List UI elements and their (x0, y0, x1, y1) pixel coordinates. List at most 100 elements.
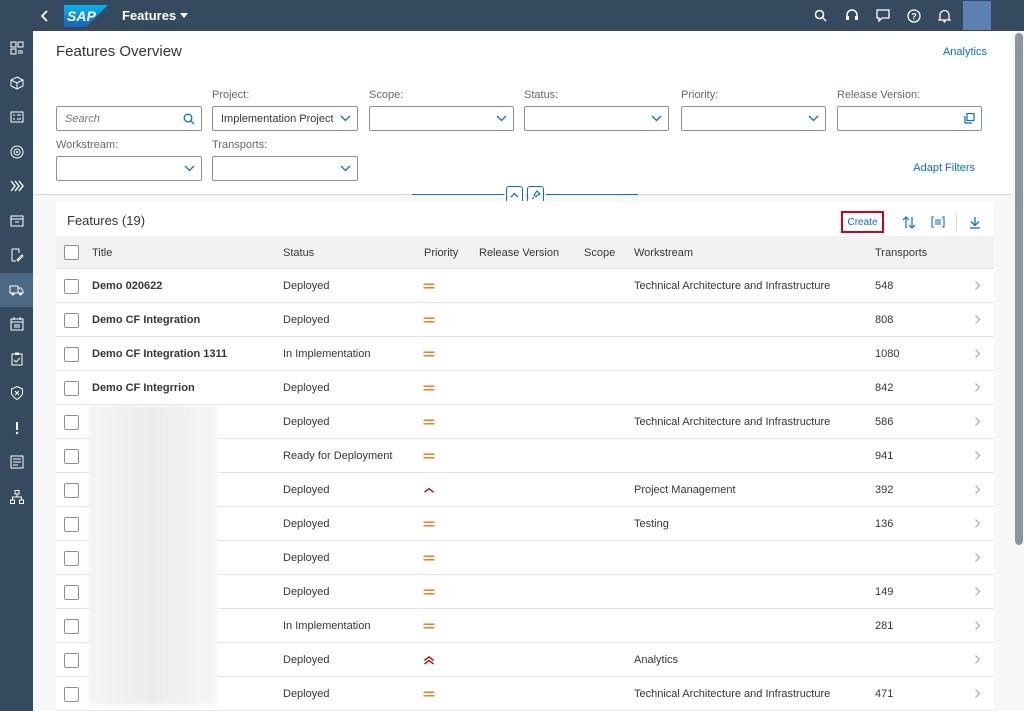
sidebar-item-document[interactable] (0, 204, 33, 239)
feature-transports: 842 (875, 382, 894, 394)
chevron-right-icon[interactable] (974, 314, 981, 325)
row-checkbox[interactable] (64, 653, 79, 668)
back-button[interactable] (28, 0, 62, 31)
table-row[interactable]: Demo 020622 Deployed Technical Architectur… (56, 269, 994, 303)
scope-select[interactable] (369, 106, 514, 131)
table-row[interactable]: Demo CF Integration 1311 In Implementatio… (56, 337, 994, 371)
chevron-right-icon[interactable] (974, 416, 981, 427)
row-checkbox[interactable] (64, 313, 79, 328)
status-select[interactable] (524, 106, 669, 131)
avatar[interactable] (963, 1, 991, 30)
sidebar-item-target[interactable] (0, 135, 33, 170)
chevron-right-icon[interactable] (974, 450, 981, 461)
feature-transports: 392 (875, 484, 894, 496)
column-header-status[interactable]: Status (283, 247, 314, 259)
sap-logo[interactable]: SAP (64, 4, 108, 27)
release-version-input[interactable] (837, 106, 982, 131)
divider-accent-left (412, 194, 504, 195)
create-button[interactable]: Create (841, 211, 884, 233)
feature-status: Deployed (283, 280, 330, 292)
column-header-scope[interactable]: Scope (584, 247, 615, 259)
sidebar-item-calendar[interactable] (0, 307, 33, 342)
sidebar-item-forward[interactable] (0, 169, 33, 204)
chevron-right-icon[interactable] (974, 552, 981, 563)
row-checkbox[interactable] (64, 415, 79, 430)
chevron-right-icon[interactable] (974, 484, 981, 495)
search-icon[interactable] (177, 107, 201, 130)
row-checkbox[interactable] (64, 585, 79, 600)
chevron-down-icon[interactable] (489, 107, 513, 130)
row-checkbox[interactable] (64, 279, 79, 294)
row-checkbox[interactable] (64, 687, 79, 702)
priority-medium-icon (423, 283, 435, 289)
column-header-release-version[interactable]: Release Version (479, 247, 559, 259)
feature-title[interactable]: Demo 020622 (92, 280, 162, 292)
priority-select[interactable] (681, 106, 826, 131)
row-checkbox[interactable] (64, 347, 79, 362)
sidebar-item-overview[interactable] (0, 31, 33, 66)
support-button[interactable] (836, 0, 867, 31)
project-select[interactable]: Implementation Project (212, 106, 358, 131)
analytics-link[interactable]: Analytics (943, 46, 987, 58)
edit-icon (11, 248, 24, 262)
feature-title[interactable]: Demo CF Integrrion (92, 382, 195, 394)
sort-button[interactable] (896, 211, 922, 233)
app-title-menu[interactable]: Features (122, 8, 189, 23)
chevron-right-icon[interactable] (974, 620, 981, 631)
help-button[interactable]: ? (898, 0, 929, 31)
export-button[interactable] (962, 211, 988, 233)
feedback-button[interactable] (867, 0, 898, 31)
table-row[interactable]: Demo CF Integrrion Deployed 842 (56, 371, 994, 405)
chevron-down-icon[interactable] (333, 107, 357, 130)
feature-transports: 808 (875, 314, 894, 326)
row-checkbox[interactable] (64, 551, 79, 566)
chevron-right-icon[interactable] (974, 688, 981, 699)
sidebar-item-truck[interactable] (0, 272, 33, 307)
notifications-button[interactable] (929, 0, 960, 31)
row-checkbox[interactable] (64, 517, 79, 532)
value-help-icon[interactable] (957, 107, 981, 130)
chevron-down-icon[interactable] (801, 107, 825, 130)
chevron-down-icon[interactable] (644, 107, 668, 130)
column-header-title[interactable]: Title (92, 247, 112, 259)
search-field[interactable]: Search (56, 106, 202, 131)
column-header-transports[interactable]: Transports (875, 247, 927, 259)
row-checkbox[interactable] (64, 619, 79, 634)
feature-status: Deployed (283, 382, 330, 394)
chevron-right-icon[interactable] (974, 586, 981, 597)
column-header-workstream[interactable]: Workstream (634, 247, 693, 259)
sidebar-item-clipboard[interactable] (0, 342, 33, 377)
workstream-select[interactable] (56, 156, 202, 181)
feedback-icon (875, 9, 890, 22)
row-checkbox[interactable] (64, 449, 79, 464)
select-all-checkbox[interactable] (64, 245, 79, 260)
search-input[interactable]: Search (57, 113, 177, 125)
adapt-filters-link[interactable]: Adapt Filters (913, 162, 975, 174)
row-checkbox[interactable] (64, 381, 79, 396)
scrollbar-thumb[interactable] (1015, 33, 1023, 545)
sidebar-item-report[interactable] (0, 445, 33, 480)
table-row[interactable]: Demo CF Integration Deployed 808 (56, 303, 994, 337)
chevron-right-icon[interactable] (974, 654, 981, 665)
transports-select[interactable] (212, 156, 358, 181)
truck-icon (9, 285, 23, 296)
chevron-right-icon[interactable] (974, 518, 981, 529)
column-header-priority[interactable]: Priority (424, 247, 458, 259)
search-button[interactable] (805, 0, 836, 31)
feature-title[interactable]: Demo CF Integration (92, 314, 200, 326)
sidebar-item-alert[interactable] (0, 411, 33, 446)
row-checkbox[interactable] (64, 483, 79, 498)
sidebar-item-edit[interactable] (0, 238, 33, 273)
chevron-right-icon[interactable] (974, 280, 981, 291)
chevron-down-icon[interactable] (177, 157, 201, 180)
feature-transports: 471 (875, 688, 894, 700)
sidebar-item-cube[interactable] (0, 66, 33, 101)
chevron-right-icon[interactable] (974, 382, 981, 393)
sidebar-item-org[interactable] (0, 480, 33, 515)
chevron-right-icon[interactable] (974, 348, 981, 359)
feature-title[interactable]: Demo CF Integration 1311 (92, 348, 227, 360)
chevron-down-icon[interactable] (333, 157, 357, 180)
group-button[interactable] (925, 211, 951, 233)
sidebar-item-shield[interactable] (0, 376, 33, 411)
sidebar-item-checklist[interactable] (0, 100, 33, 135)
